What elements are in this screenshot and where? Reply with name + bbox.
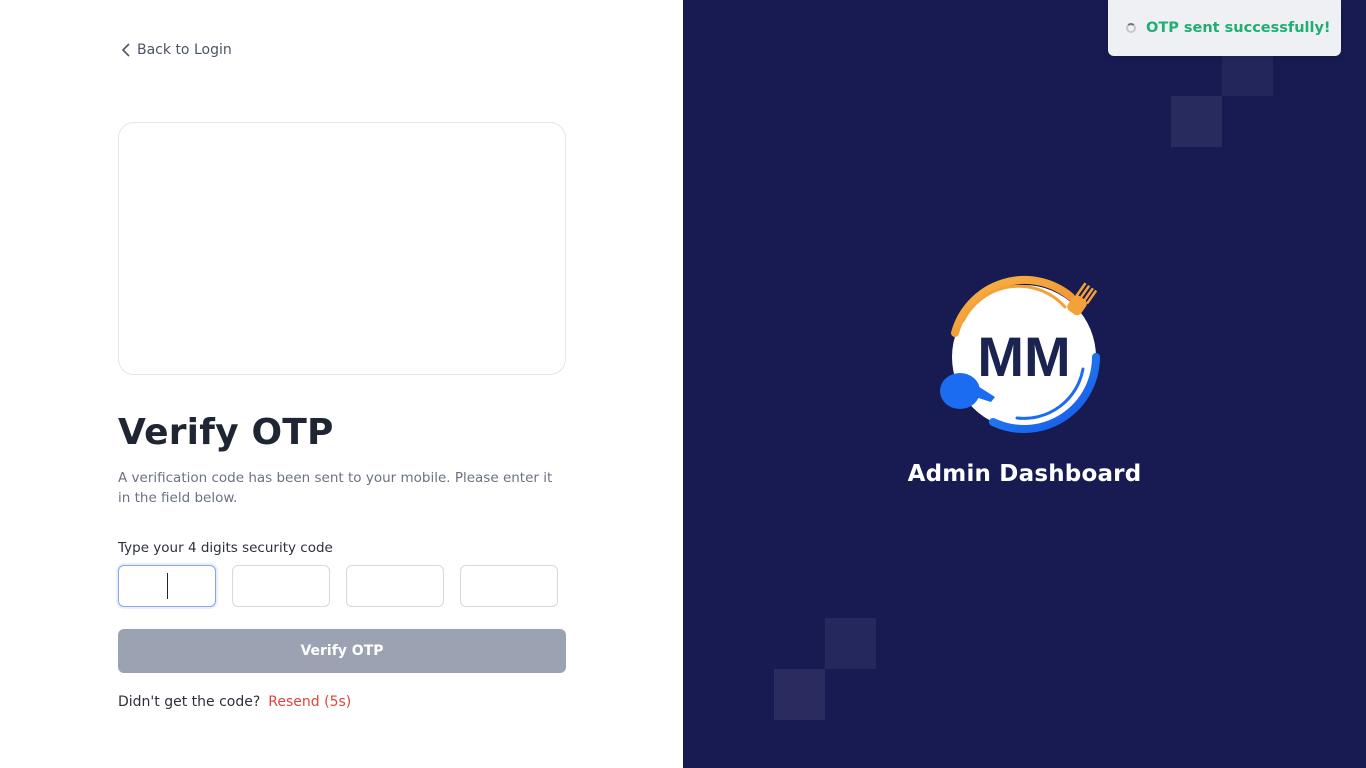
toast-notification: OTP sent successfully! [1108,0,1341,56]
brand-panel: MM Admin Dashboard [683,0,1366,768]
otp-label: Type your 4 digits security code [118,540,333,556]
login-panel: Back to Login Verify OTP A verification … [0,0,683,768]
page-subtitle: A verification code has been sent to you… [118,470,553,506]
grid-pattern-bottom [683,512,1143,768]
otp-digit-4[interactable] [460,565,558,607]
back-to-login-label: Back to Login [137,42,232,58]
chevron-left-icon [121,43,131,57]
brand-logo: MM [940,275,1100,433]
page-title: Verify OTP [118,412,334,453]
illustration-frame [118,122,566,375]
brand-title: Admin Dashboard [907,461,1142,487]
otp-digit-3[interactable] [346,565,444,607]
toast-message: OTP sent successfully! [1146,20,1331,36]
text-caret [167,573,168,599]
logo-text: MM [977,325,1070,388]
loading-spinner-icon [1126,23,1136,33]
resend-link[interactable]: Resend (5s) [268,694,351,710]
resend-row: Didn't get the code? Resend (5s) [118,694,351,710]
verify-otp-button[interactable]: Verify OTP [118,629,566,673]
otp-digit-2[interactable] [232,565,330,607]
back-to-login-link[interactable]: Back to Login [121,40,232,60]
otp-input-group [118,565,558,607]
resend-prompt: Didn't get the code? [118,694,261,710]
